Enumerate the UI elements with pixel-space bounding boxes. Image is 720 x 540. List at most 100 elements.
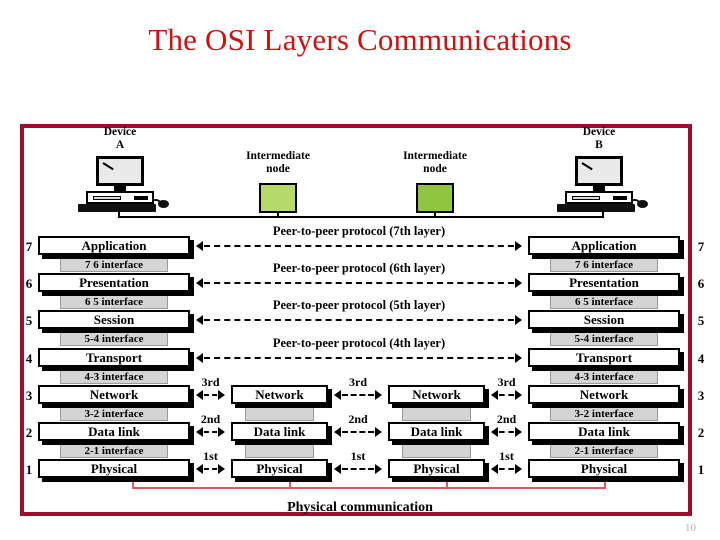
hop-arrow-left-physical-n1-n2 xyxy=(334,463,341,474)
device-b-computer-icon xyxy=(551,156,648,257)
left-layer-presentation: Presentation xyxy=(38,273,190,292)
hop-label-datalink-a-n1: 2nd xyxy=(200,411,221,426)
right-layer-number-7: 7 xyxy=(697,239,705,254)
left-layer-number-3: 3 xyxy=(25,388,33,403)
hop-dash-network-a-n1 xyxy=(204,393,217,396)
right-layer-physical: Physical xyxy=(528,459,680,478)
peer-arrow-left-5 xyxy=(196,314,203,325)
top-connector-tick-b xyxy=(602,210,604,218)
peer-arrow-right-7 xyxy=(515,240,522,251)
right-interface-1: 7 6 interface xyxy=(550,258,658,272)
node2-interface-2 xyxy=(402,444,471,458)
computer-case-icon xyxy=(565,191,633,204)
node1-layer-physical: Physical xyxy=(231,459,328,478)
slide-canvas: The OSI Layers Communications Device A I… xyxy=(0,0,720,540)
right-interface-3: 5-4 interface xyxy=(550,332,658,346)
hop-arrow-left-datalink-n2-b xyxy=(491,426,498,437)
right-interface-5: 3-2 interface xyxy=(550,407,658,421)
hop-arrow-left-physical-a-n1 xyxy=(196,463,203,474)
peer-protocol-label-4: Peer-to-peer protocol (4th layer) xyxy=(272,335,446,350)
right-layer-presentation: Presentation xyxy=(528,273,680,292)
peer-dash-line-7 xyxy=(204,244,514,247)
monitor-gloss-icon xyxy=(102,162,114,171)
peer-arrow-left-6 xyxy=(196,277,203,288)
peer-dash-line-6 xyxy=(204,281,514,284)
hop-arrow-right-network-a-n1 xyxy=(218,389,225,400)
left-layer-number-6: 6 xyxy=(25,276,33,291)
drive-slot-icon xyxy=(93,196,121,200)
physical-communication-label: Physical communication xyxy=(287,500,433,515)
hop-dash-physical-n1-n2 xyxy=(342,467,374,470)
right-layer-number-5: 5 xyxy=(697,313,705,328)
peer-dash-line-5 xyxy=(204,318,514,321)
left-layer-transport: Transport xyxy=(38,348,190,367)
hop-arrow-left-network-a-n1 xyxy=(196,389,203,400)
hop-label-datalink-n2-b: 2nd xyxy=(496,411,517,426)
peer-protocol-label-6: Peer-to-peer protocol (6th layer) xyxy=(272,260,446,275)
intermediate-node-2-label-line2: node xyxy=(423,163,447,175)
left-layer-number-1: 1 xyxy=(25,462,33,477)
node2-layer-physical: Physical xyxy=(388,459,485,478)
device-b-label-line2: B xyxy=(595,139,603,151)
right-layer-number-4: 4 xyxy=(697,351,705,366)
node2-interface-1 xyxy=(402,407,471,421)
hop-label-physical-n2-b: 1st xyxy=(499,448,514,463)
hop-arrow-right-network-n1-n2 xyxy=(375,389,382,400)
hop-dash-datalink-n1-n2 xyxy=(342,430,374,433)
hop-arrow-right-physical-n2-b xyxy=(515,463,522,474)
hop-arrow-right-network-n2-b xyxy=(515,389,522,400)
hop-label-datalink-n1-n2: 2nd xyxy=(348,411,368,426)
hop-arrow-right-datalink-a-n1 xyxy=(218,426,225,437)
node2-stem xyxy=(434,213,436,217)
device-a-computer-icon xyxy=(72,156,169,257)
device-a-label-line2: A xyxy=(115,139,125,151)
case-detail-icon xyxy=(613,196,627,200)
intermediate-node-1-label-line1: Intermediate xyxy=(246,150,310,162)
monitor-icon xyxy=(575,156,623,186)
hop-arrow-left-physical-n2-b xyxy=(491,463,498,474)
keyboard-icon xyxy=(78,204,158,257)
node2-layer-data-link: Data link xyxy=(388,422,485,441)
page-number: 10 xyxy=(685,522,696,534)
drive-slot-icon xyxy=(572,196,600,200)
hop-label-network-n1-n2: 3rd xyxy=(349,374,367,389)
peer-dash-line-4 xyxy=(204,356,514,359)
peer-arrow-right-5 xyxy=(515,314,522,325)
keyboard-icon xyxy=(557,204,637,257)
left-layer-number-2: 2 xyxy=(25,425,33,440)
right-layer-number-6: 6 xyxy=(697,276,705,291)
node1-interface-1 xyxy=(245,407,314,421)
hop-arrow-left-network-n1-n2 xyxy=(334,389,341,400)
hop-arrow-right-datalink-n2-b xyxy=(515,426,522,437)
node2-layer-network: Network xyxy=(388,385,485,404)
hop-arrow-left-datalink-a-n1 xyxy=(196,426,203,437)
right-layer-data-link: Data link xyxy=(528,422,680,441)
peer-protocol-label-7: Peer-to-peer protocol (7th layer) xyxy=(272,223,446,238)
monitor-gloss-icon xyxy=(581,162,593,171)
hop-dash-physical-a-n1 xyxy=(204,467,217,470)
left-layer-network: Network xyxy=(38,385,190,404)
monitor-icon xyxy=(96,156,144,186)
right-interface-4: 4-3 interface xyxy=(550,370,658,384)
peer-arrow-left-4 xyxy=(196,352,203,363)
right-layer-transport: Transport xyxy=(528,348,680,367)
intermediate-node-1-label-line2: node xyxy=(266,163,290,175)
right-layer-number-3: 3 xyxy=(697,388,705,403)
peer-arrow-right-4 xyxy=(515,352,522,363)
top-connector-tick-a xyxy=(118,210,120,218)
hop-dash-datalink-n2-b xyxy=(499,430,514,433)
hop-dash-network-n2-b xyxy=(499,393,514,396)
node1-stem xyxy=(277,213,279,217)
intermediate-node-2-box xyxy=(416,183,454,213)
hop-arrow-left-network-n2-b xyxy=(491,389,498,400)
left-layer-number-7: 7 xyxy=(25,239,33,254)
node1-interface-2 xyxy=(245,444,314,458)
left-interface-2: 6 5 interface xyxy=(60,295,168,309)
hop-arrow-right-physical-n1-n2 xyxy=(375,463,382,474)
right-interface-2: 6 5 interface xyxy=(550,295,658,309)
right-layer-session: Session xyxy=(528,310,680,329)
device-b-label-line1: Device xyxy=(582,126,616,138)
left-layer-application: Application xyxy=(38,236,190,255)
right-layer-application: Application xyxy=(528,236,680,255)
right-layer-network: Network xyxy=(528,385,680,404)
